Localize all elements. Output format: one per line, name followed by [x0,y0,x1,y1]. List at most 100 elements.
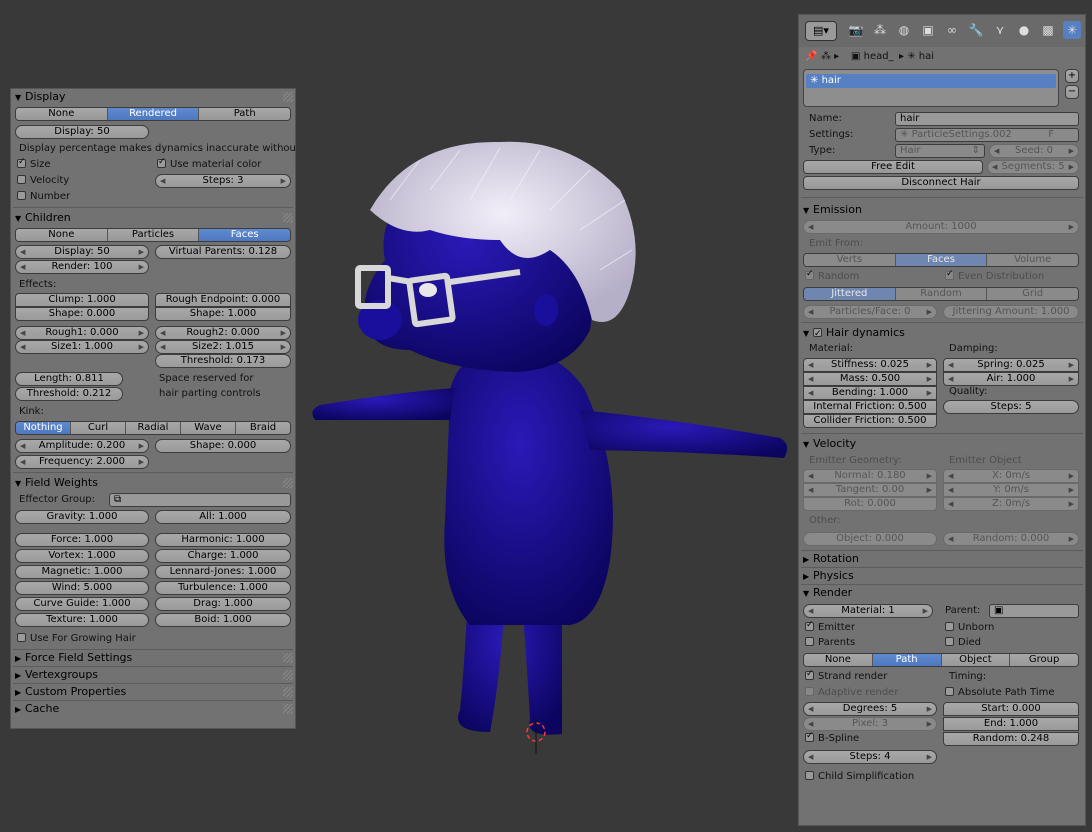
emit-from-volume[interactable]: Volume [987,254,1078,266]
timing-start-field[interactable]: Start: 0.000 [943,702,1079,716]
display-percentage-field[interactable]: Display: 50 [15,125,149,139]
particles-tab-icon[interactable]: ✳ [1063,21,1081,39]
child-simplification-checkbox[interactable]: Child Simplification [805,771,914,782]
normal-velocity-field[interactable]: ◀ Normal: 0.180 ▶ [803,469,937,483]
segments-field[interactable]: ◀ Segments: 5 ▶ [987,160,1079,174]
children-render-field[interactable]: ◀ Render: 100 ▶ [15,260,149,274]
even-distribution-checkbox[interactable]: Even Distribution [945,269,1044,282]
custom-properties-header[interactable]: ▶ Custom Properties [11,684,295,700]
clump-shape-field[interactable]: Shape: 0.000 [15,307,149,321]
vortex-field[interactable]: Vortex: 1.000 [15,549,149,563]
children-mode-none[interactable]: None [16,229,108,241]
3d-viewport[interactable] [300,120,794,760]
pixel-field[interactable]: ◀ Pixel: 3 ▶ [803,717,937,731]
free-edit-button[interactable]: Free Edit [803,160,983,174]
jittering-amount-field[interactable]: Jittering Amount: 1.000 [943,305,1079,319]
kink-radial[interactable]: Radial [126,422,181,434]
use-material-color-checkbox[interactable]: Use material color [157,157,261,170]
particle-systems-list[interactable]: ✳ hair [803,69,1059,107]
hair-dynamics-section-header[interactable]: ▼Hair dynamics [799,325,1085,342]
display-mode-path[interactable]: Path [199,108,290,120]
all-weights-field[interactable]: All: 1.000 [155,510,291,524]
object-tab-icon[interactable]: ▣ [919,21,937,39]
render-steps-field[interactable]: ◀ Steps: 4 ▶ [803,750,937,764]
pin-icon[interactable]: 📌 [805,51,817,62]
parent-object-field[interactable]: ▣ [989,604,1079,618]
display-mode-selector[interactable]: None Rendered Path [15,107,291,121]
type-dropdown[interactable]: Hair ⇕ [895,144,985,158]
random-emission-checkbox[interactable]: Random [805,269,859,282]
turbulence-field[interactable]: Turbulence: 1.000 [155,581,291,595]
editor-type-menu-icon[interactable]: ▤▾ [805,21,837,41]
display-steps-field[interactable]: ◀ Steps: 3 ▶ [155,174,291,188]
children-section-header[interactable]: ▼ Children [11,210,295,226]
rough2-threshold-field[interactable]: Threshold: 0.173 [155,354,291,368]
force-field[interactable]: Force: 1.000 [15,533,149,547]
distribution-grid[interactable]: Grid [987,288,1078,300]
distribution-random[interactable]: Random [895,288,988,300]
display-mode-none[interactable]: None [16,108,108,120]
render-mode-object[interactable]: Object [941,654,1011,666]
distribution-selector[interactable]: Jittered Random Grid [803,287,1079,301]
size-checkbox[interactable]: Size [17,157,51,170]
children-mode-selector[interactable]: None Particles Faces [15,228,291,242]
lennard-jones-field[interactable]: Lennard-Jones: 1.000 [155,565,291,579]
emission-section-header[interactable]: ▼ Emission [799,202,1085,218]
kink-nothing[interactable]: Nothing [16,422,71,434]
emit-from-selector[interactable]: Verts Faces Volume [803,253,1079,267]
vertexgroups-header[interactable]: ▶ Vertexgroups [11,667,295,683]
scene-tab-icon[interactable]: ⁂ [871,21,889,39]
absolute-path-time-checkbox[interactable]: Absolute Path Time [945,687,1055,698]
render-mode-selector[interactable]: None Path Object Group [803,653,1079,667]
curve-guide-field[interactable]: Curve Guide: 1.000 [15,597,149,611]
children-mode-faces[interactable]: Faces [199,229,290,241]
drag-field[interactable]: Drag: 1.000 [155,597,291,611]
object-velocity-field[interactable]: Object: 0.000 [803,532,937,546]
physics-section-header[interactable]: ▶ Physics [799,568,1085,584]
children-mode-particles[interactable]: Particles [107,229,200,241]
unborn-checkbox[interactable]: Unborn [945,622,994,633]
texture-field[interactable]: Texture: 1.000 [15,613,149,627]
magnetic-field[interactable]: Magnetic: 1.000 [15,565,149,579]
object-z-velocity-field[interactable]: ◀ Z: 0m/s ▶ [943,497,1079,511]
rough1-field[interactable]: ◀ Rough1: 0.000 ▶ [15,326,149,340]
velocity-section-header[interactable]: ▼ Velocity [799,436,1085,452]
render-material-field[interactable]: ◀ Material: 1 ▶ [803,604,933,618]
wind-field[interactable]: Wind: 5.000 [15,581,149,595]
particles-per-face-field[interactable]: ◀ Particles/Face: 0 ▶ [803,305,937,319]
children-display-field[interactable]: ◀ Display: 50 ▶ [15,245,149,259]
emit-from-verts[interactable]: Verts [804,254,896,266]
data-tab-icon[interactable]: ⋎ [991,21,1009,39]
display-section-header[interactable]: ▼ Display [11,89,295,105]
strand-render-checkbox[interactable]: Strand render [805,669,887,682]
internal-friction-field[interactable]: Internal Friction: 0.500 [803,400,937,414]
boid-field[interactable]: Boid: 1.000 [155,613,291,627]
modifiers-tab-icon[interactable]: 🔧 [967,21,985,39]
breadcrumb-particles[interactable]: ▸ ✳ hai [899,51,934,62]
harmonic-field[interactable]: Harmonic: 1.000 [155,533,291,547]
effector-group-field[interactable]: ⧉ [109,493,291,507]
rotation-section-header[interactable]: ▶ Rotation [799,551,1085,567]
timing-end-field[interactable]: End: 1.000 [943,717,1079,731]
number-checkbox[interactable]: Number [17,191,70,202]
particle-system-item-hair[interactable]: ✳ hair [806,74,1056,88]
stiffness-field[interactable]: ◀ Stiffness: 0.025 ▶ [803,358,937,372]
remove-particle-system-icon[interactable]: − [1065,85,1079,99]
adaptive-render-checkbox[interactable]: Adaptive render [805,687,898,698]
kink-curl[interactable]: Curl [71,422,126,434]
render-mode-path[interactable]: Path [872,654,942,666]
timing-random-field[interactable]: Random: 0.248 [943,732,1079,746]
kink-mode-selector[interactable]: Nothing Curl Radial Wave Braid [15,421,291,435]
distribution-jittered[interactable]: Jittered [804,288,896,300]
breadcrumb-object[interactable]: ▣ head_ [851,51,894,62]
rough-endpoint-field[interactable]: Rough Endpoint: 0.000 [155,293,291,307]
degrees-field[interactable]: ◀ Degrees: 5 ▶ [803,702,937,716]
use-for-growing-hair-checkbox[interactable]: Use For Growing Hair [17,633,136,644]
emitter-checkbox[interactable]: Emitter [805,620,855,633]
bending-field[interactable]: ◀ Bending: 1.000 ▶ [803,386,937,400]
size2-field[interactable]: ◀ Size2: 1.015 ▶ [155,340,291,354]
material-tab-icon[interactable]: ● [1015,21,1033,39]
disconnect-hair-button[interactable]: Disconnect Hair [803,176,1079,190]
clump-field[interactable]: Clump: 1.000 [15,293,149,307]
texture-tab-icon[interactable]: ▩ [1039,21,1057,39]
